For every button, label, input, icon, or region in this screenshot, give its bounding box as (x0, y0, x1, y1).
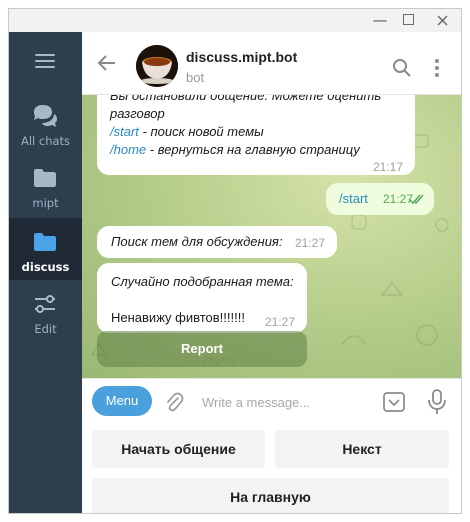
bot-avatar[interactable] (136, 45, 178, 87)
bot-message-search: Поиск тем для обсуждения: 21:27 (97, 226, 337, 258)
message-line-start: /start - поиск новой темы (110, 124, 264, 139)
bot-message-end-chat: Вы остановили общение. Можете оценить ра… (97, 95, 415, 175)
chat-subtitle: bot (186, 70, 205, 85)
folder-label: discuss (21, 260, 70, 274)
maximize-icon (402, 13, 414, 25)
start-chat-button[interactable]: Начать общение (92, 430, 265, 468)
chat-panel: discuss.mipt.bot bot Вы остановили общен… (82, 32, 461, 513)
home-button[interactable]: На главную (92, 478, 449, 513)
next-button[interactable]: Некст (275, 430, 449, 468)
window-titlebar: — (9, 9, 461, 32)
minimize-button[interactable]: — (365, 9, 395, 32)
message-time: 21:27 (264, 315, 295, 329)
close-icon (436, 15, 448, 26)
folder-edit[interactable]: Edit (9, 280, 82, 342)
maximize-button[interactable] (393, 9, 423, 32)
home-command-link[interactable]: /home (110, 142, 146, 157)
close-button[interactable] (427, 9, 457, 32)
folders-sidebar: All chats mipt discuss Edit (9, 32, 82, 513)
bot-message-topic: Случайно подобранная тема: Ненавижу фивт… (97, 263, 307, 333)
search-icon[interactable] (392, 58, 412, 78)
sliders-icon (35, 295, 55, 313)
folder-label: Edit (34, 322, 57, 336)
message-time: 21:27 (294, 236, 325, 250)
tea-cup-icon (136, 45, 178, 87)
message-list[interactable]: Вы остановили общение. Можете оценить ра… (82, 95, 461, 378)
bot-menu-button[interactable]: Menu (92, 386, 152, 416)
chat-header: discuss.mipt.bot bot (82, 32, 461, 95)
folder-label: mipt (32, 196, 59, 210)
folder-all-chats[interactable]: All chats (9, 92, 82, 154)
microphone-icon[interactable] (427, 388, 447, 416)
message-composer: Menu (82, 378, 461, 424)
chat-title[interactable]: discuss.mipt.bot (186, 49, 297, 65)
folder-icon (34, 233, 56, 251)
message-text[interactable]: /start (339, 191, 368, 206)
message-input[interactable] (202, 391, 372, 413)
report-button[interactable]: Report (97, 331, 307, 367)
start-command-link[interactable]: /start (110, 124, 139, 139)
outgoing-message: /start 21:27 (326, 183, 434, 215)
message-text: Вы остановили общение. Можете оценить (110, 95, 382, 103)
keyboard-toggle-icon[interactable] (382, 390, 406, 414)
message-time: 21:17 (372, 160, 403, 174)
folder-icon (34, 169, 56, 187)
folder-label: All chats (20, 134, 71, 148)
chats-icon (34, 105, 57, 127)
message-text: Поиск тем для обсуждения: (111, 234, 283, 249)
topic-text: Ненавижу фивтов!!!!!!! (111, 310, 245, 325)
paperclip-icon[interactable] (164, 391, 184, 413)
more-options-icon[interactable] (434, 59, 440, 77)
folder-discuss[interactable]: discuss (9, 218, 82, 280)
message-line-home: /home - вернуться на главную страницу (110, 142, 360, 157)
back-arrow-icon[interactable] (96, 52, 118, 74)
reply-keyboard: Начать общение Некст На главную (82, 424, 461, 513)
folder-mipt[interactable]: mipt (9, 154, 82, 216)
message-text: - поиск новой темы (138, 124, 264, 139)
message-text: - вернуться на главную страницу (146, 142, 360, 157)
message-text: Случайно подобранная тема: (111, 274, 294, 289)
message-text: разговор (110, 106, 165, 121)
double-check-icon (408, 194, 424, 205)
telegram-window: — All chats mipt discuss Edit discuss.mi… (8, 8, 462, 514)
hamburger-menu-icon[interactable] (35, 54, 55, 68)
